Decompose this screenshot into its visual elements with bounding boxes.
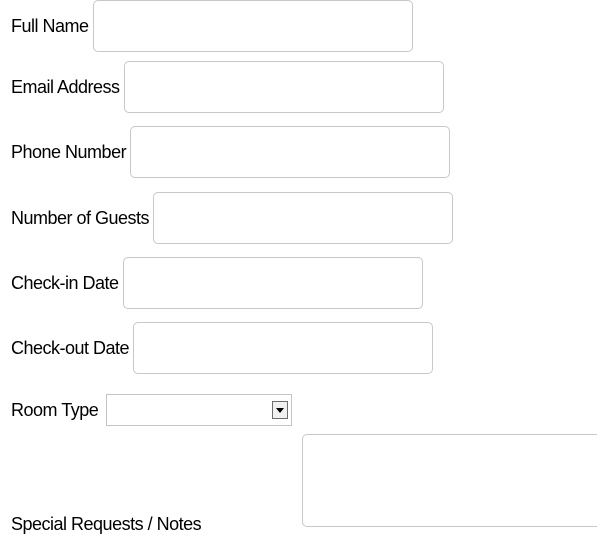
check-out-label: Check-out Date	[11, 338, 130, 358]
notes-label: Special Requests / Notes	[11, 514, 202, 534]
full-name-input[interactable]	[92, 0, 413, 52]
guests-input[interactable]	[153, 192, 454, 244]
guests-row: Number of Guests	[11, 192, 454, 244]
check-in-label: Check-in Date	[11, 273, 119, 293]
check-out-row: Check-out Date	[11, 322, 434, 374]
room-type-row: Room Type	[11, 394, 293, 426]
phone-input[interactable]	[130, 126, 451, 178]
full-name-row: Full Name	[11, 0, 413, 52]
email-row: Email Address	[11, 61, 444, 113]
full-name-label: Full Name	[11, 16, 89, 36]
chevron-down-icon[interactable]	[272, 401, 289, 419]
check-in-row: Check-in Date	[11, 257, 423, 309]
check-in-input[interactable]	[122, 257, 423, 309]
notes-textarea[interactable]	[302, 434, 597, 527]
email-input[interactable]	[123, 61, 444, 113]
phone-label: Phone Number	[11, 142, 127, 162]
room-type-label: Room Type	[11, 400, 99, 420]
phone-row: Phone Number	[11, 126, 451, 178]
email-label: Email Address	[11, 77, 120, 97]
check-out-input[interactable]	[133, 322, 434, 374]
room-type-select[interactable]	[106, 394, 293, 426]
guests-label: Number of Guests	[11, 208, 150, 228]
notes-row: Special Requests / Notes	[11, 514, 202, 534]
